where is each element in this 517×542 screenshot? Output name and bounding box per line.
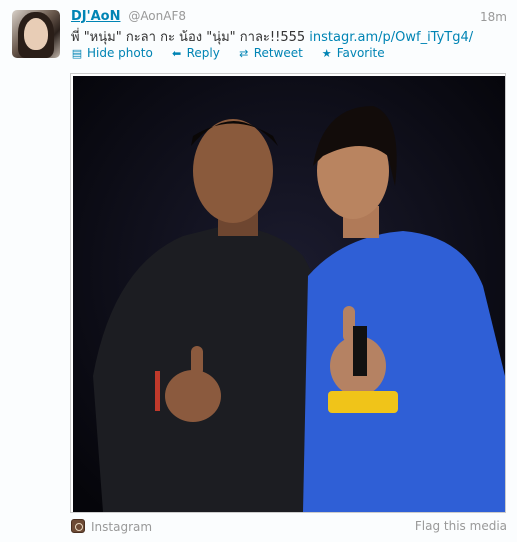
reply-button[interactable]: ⬅ Reply (171, 46, 220, 60)
timestamp[interactable]: 18m (480, 10, 507, 24)
avatar-face (24, 18, 48, 50)
photo-illustration (73, 76, 505, 512)
tweet-actions: ▤ Hide photo ⬅ Reply ⇄ Retweet ★ Favorite (71, 46, 399, 60)
hide-photo-label: Hide photo (87, 46, 153, 60)
tweet: DJ'AoN @AonAF8 18m พี่ "หนุ่ม" กะลา กะ น… (0, 0, 517, 542)
tweet-photo[interactable] (73, 76, 505, 512)
tweet-link[interactable]: instagr.am/p/Owf_iTyTg4/ (309, 30, 473, 45)
avatar[interactable] (12, 10, 60, 58)
photo-frame (70, 73, 506, 513)
retweet-button[interactable]: ⇄ Retweet (238, 46, 303, 60)
tweet-body: พี่ "หนุ่ม" กะลา กะ น้อง "นุ่ม" กาละ!!55… (71, 30, 310, 45)
display-name[interactable]: DJ'AoN (71, 9, 120, 24)
reply-label: Reply (186, 46, 220, 60)
tweet-header: DJ'AoN @AonAF8 18m (71, 9, 507, 25)
media-footer: Instagram Flag this media (71, 519, 507, 535)
favorite-label: Favorite (336, 46, 385, 60)
reply-icon: ⬅ (172, 47, 182, 60)
retweet-label: Retweet (253, 46, 303, 60)
instagram-icon (71, 519, 85, 533)
hide-photo-button[interactable]: ▤ Hide photo (71, 46, 153, 60)
retweet-icon: ⇄ (239, 47, 249, 60)
username[interactable]: @AonAF8 (128, 9, 186, 23)
tweet-text: พี่ "หนุ่ม" กะลา กะ น้อง "นุ่ม" กาละ!!55… (71, 26, 507, 47)
photo-icon: ▤ (71, 47, 83, 60)
favorite-button[interactable]: ★ Favorite (321, 46, 385, 60)
star-icon: ★ (321, 47, 332, 60)
flag-media-link[interactable]: Flag this media (415, 519, 507, 533)
media-source[interactable]: Instagram (91, 520, 152, 534)
